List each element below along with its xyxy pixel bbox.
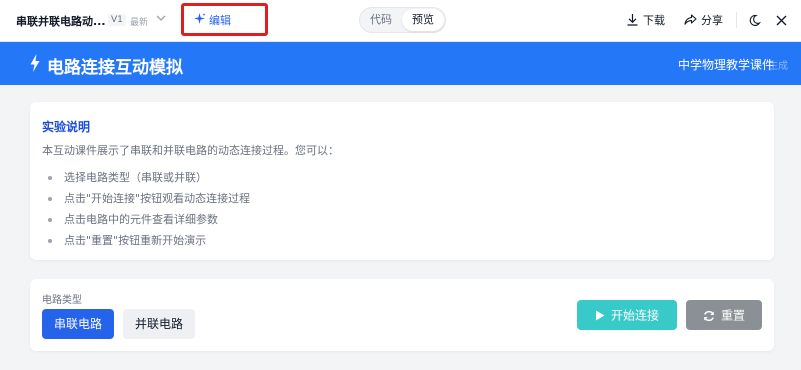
start-connect-button[interactable]: 开始连接 [577,300,677,330]
bullet-dot [48,218,52,222]
instruction-item: 点击电路中的元件查看详细参数 [64,213,218,226]
document-title[interactable]: 串联并联电路动... [16,13,106,29]
toolbar-divider [736,12,737,28]
lightning-icon [30,54,40,72]
series-circuit-button[interactable]: 串联电路 [42,309,114,339]
moon-icon[interactable] [748,14,761,27]
close-icon[interactable] [775,14,788,27]
play-icon [595,310,605,321]
share-icon[interactable] [684,13,697,26]
bullet-dot [48,197,52,201]
circuit-type-label: 电路类型 [42,295,82,306]
sparkle-icon [194,13,206,24]
instruction-item: 选择电路类型（串联或并联） [64,171,207,184]
start-connect-label: 开始连接 [610,308,659,323]
instruction-item: 点击"开始连接"按钮观看动态连接过程 [64,192,251,205]
app-title: 电路连接互动模拟 [47,58,183,78]
download-icon[interactable] [626,13,639,26]
parallel-circuit-button[interactable]: 并联电路 [123,309,195,339]
reset-label: 重置 [720,308,745,323]
instructions-title: 实验说明 [42,120,91,134]
version-badge: V1 [108,14,126,26]
bullet-dot [48,176,52,180]
share-button[interactable]: 分享 [701,12,723,28]
refresh-icon [704,310,714,321]
tab-code[interactable]: 代码 [360,8,402,32]
chevron-down-icon[interactable] [155,12,167,24]
bullet-dot [48,239,52,243]
instructions-description: 本互动课件展示了串联和并联电路的动态连接过程。您可以： [42,144,339,157]
download-button[interactable]: 下载 [643,12,665,28]
tab-preview[interactable]: 预览 [402,9,444,31]
latest-tag: 最新 [130,18,149,28]
app-subtitle: 中学物理教学课件 [678,58,775,72]
instruction-item: 点击"重置"按钮重新开始演示 [64,234,207,247]
edit-label: 编辑 [209,14,231,27]
reset-button[interactable]: 重置 [686,300,762,330]
